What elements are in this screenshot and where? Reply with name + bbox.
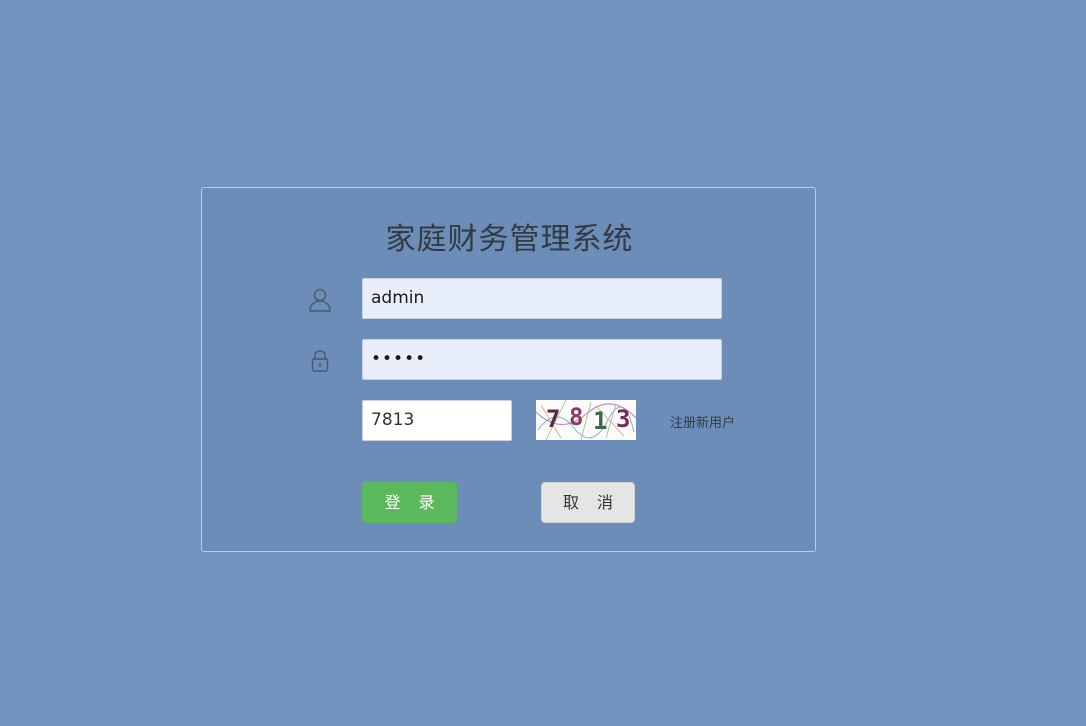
captcha-char: 1 bbox=[593, 407, 608, 435]
password-field[interactable]: ••••• bbox=[362, 339, 722, 380]
captcha-char: 3 bbox=[616, 405, 631, 433]
captcha-image[interactable]: 7 8 1 3 bbox=[536, 400, 636, 440]
username-field[interactable]: admin bbox=[362, 278, 722, 319]
cancel-button[interactable]: 取消 bbox=[541, 482, 635, 523]
captcha-char: 8 bbox=[569, 403, 584, 431]
user-icon bbox=[306, 286, 334, 314]
register-link[interactable]: 注册新用户 bbox=[670, 412, 735, 431]
login-panel: 家庭财务管理系统 admin ••••• 7813 7 8 1 3 注册新用户 … bbox=[201, 187, 816, 552]
login-button[interactable]: 登录 bbox=[362, 482, 457, 523]
captcha-input[interactable]: 7813 bbox=[362, 400, 512, 441]
page-title: 家庭财务管理系统 bbox=[385, 222, 634, 257]
captcha-char: 7 bbox=[546, 405, 561, 433]
lock-icon bbox=[306, 347, 334, 375]
